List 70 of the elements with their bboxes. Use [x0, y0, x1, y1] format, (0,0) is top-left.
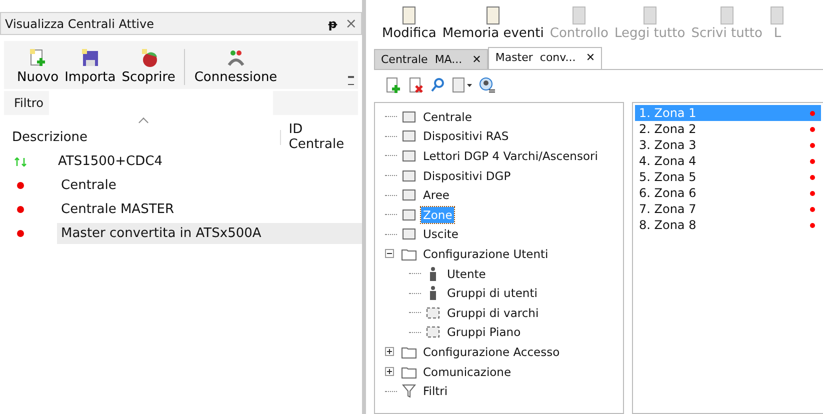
list-item[interactable]: 3. Zona 3: [635, 137, 821, 153]
expander-icon[interactable]: [385, 249, 394, 258]
tree-item[interactable]: Uscite: [421, 226, 461, 242]
column-header[interactable]: Descrizione: [0, 130, 281, 144]
tree-item[interactable]: Configurazione Accesso: [421, 344, 562, 360]
search-icon[interactable]: [430, 77, 446, 93]
document-tab[interactable]: Master conv... ✕: [488, 47, 602, 69]
table-cell[interactable]: Centrale MASTER: [57, 199, 362, 220]
document-icon: [640, 6, 659, 26]
list-item[interactable]: 4. Zona 4: [635, 153, 821, 169]
add-document-icon[interactable]: [384, 76, 402, 94]
pin-button[interactable]: ᵽ: [328, 16, 338, 30]
device-icon: [425, 304, 441, 321]
device-icon: [401, 206, 417, 223]
column-header[interactable]: ID Centrale: [280, 122, 362, 152]
tree-item[interactable]: Gruppi Piano: [445, 324, 523, 340]
panel-title: Visualizza Centrali Attive: [5, 16, 155, 30]
table-cell[interactable]: Centrale: [57, 175, 362, 196]
tree-item[interactable]: Gruppi di utenti: [445, 285, 540, 302]
new-icon: [28, 48, 48, 68]
document-dropdown-icon[interactable]: [451, 76, 473, 94]
document-icon: [570, 6, 588, 26]
tree-item[interactable]: Configurazione Utenti: [421, 246, 550, 262]
tree-item[interactable]: Lettori DGP 4 Varchi/Ascensori: [421, 148, 600, 164]
delete-document-icon[interactable]: [407, 76, 425, 94]
device-icon: [401, 128, 417, 144]
expander-icon[interactable]: [385, 347, 394, 356]
overflow-icon[interactable]: [348, 76, 354, 85]
list-item[interactable]: 7. Zona 7: [635, 201, 821, 217]
document-icon: [484, 6, 502, 26]
document-tab[interactable]: Centrale MA... ✕: [374, 49, 488, 69]
device-icon: [401, 226, 417, 242]
device-icon: [401, 108, 417, 125]
connect-icon: [226, 48, 246, 68]
toolbar-button[interactable]: Connessione: [191, 48, 280, 85]
table-cell[interactable]: Master convertita in ATSx500A: [57, 223, 362, 244]
tree-item[interactable]: Dispositivi RAS: [421, 128, 511, 144]
expander-icon[interactable]: [385, 367, 394, 376]
document-icon: [400, 6, 418, 26]
tree-item[interactable]: Gruppi di varchi: [445, 304, 541, 321]
filter-icon: [401, 383, 417, 400]
tree-item[interactable]: Aree: [421, 187, 452, 204]
close-button[interactable]: ×: [345, 16, 357, 32]
list-item[interactable]: 5. Zona 5: [635, 169, 821, 185]
list-item[interactable]: 8. Zona 8: [635, 217, 821, 233]
tree-item[interactable]: Utente: [445, 266, 488, 282]
device-icon: [401, 168, 417, 184]
list-item[interactable]: 6. Zona 6: [635, 185, 821, 201]
document-icon: [768, 6, 786, 26]
document-icon: [718, 6, 736, 26]
filter-label: Filtro: [14, 96, 44, 110]
list-item[interactable]: 2. Zona 2: [635, 121, 821, 137]
tree-item[interactable]: Filtri: [421, 383, 450, 400]
tree-item[interactable]: Dispositivi DGP: [421, 168, 513, 184]
status-dot: [17, 182, 24, 189]
toolbar-button[interactable]: Scoprire: [118, 48, 178, 85]
toolbar-button[interactable]: Importa: [62, 48, 119, 85]
device-icon: [401, 187, 417, 204]
device-icon: [425, 324, 441, 340]
tree-item[interactable]: Centrale: [421, 108, 474, 125]
device-icon: [401, 148, 417, 164]
status-dot: [17, 206, 24, 213]
toolbar-button[interactable]: Memoria eventi: [440, 6, 546, 41]
save-icon: [80, 48, 100, 68]
tree-item[interactable]: Comunicazione: [421, 364, 514, 380]
up-down-arrows-icon: [14, 156, 28, 166]
toolbar-button[interactable]: Modifica: [380, 6, 438, 41]
table-cell[interactable]: ATS1500+CDC4: [54, 151, 362, 172]
toolbar-button[interactable]: Nuovo: [14, 48, 62, 85]
status-dot: [17, 230, 24, 237]
